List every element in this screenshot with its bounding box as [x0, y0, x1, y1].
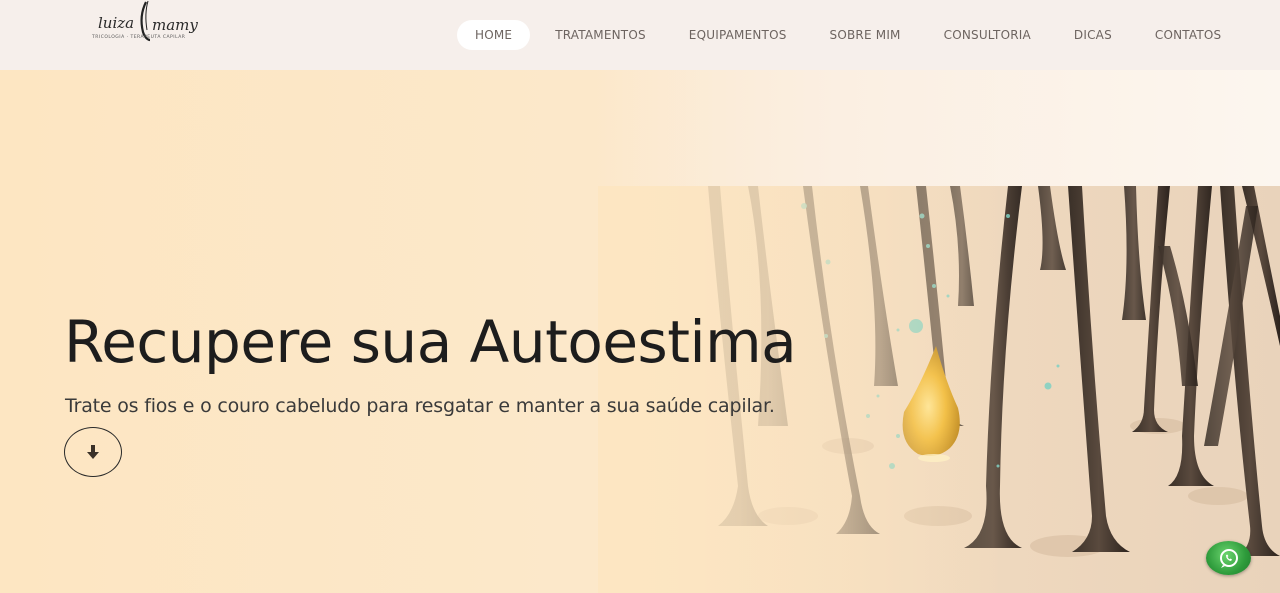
logo-name-right: mamy: [152, 16, 198, 34]
main-nav: HOME TRATAMENTOS EQUIPAMENTOS SOBRE MIM …: [457, 20, 1246, 50]
logo-name-left: luiza: [98, 14, 134, 32]
arrow-down-icon: [87, 445, 99, 459]
hero-subtitle: Trate os fios e o couro cabeludo para re…: [65, 395, 775, 417]
hero-top-fade: [600, 70, 1280, 186]
nav-sobre-mim[interactable]: SOBRE MIM: [812, 20, 919, 50]
hero-image: [598, 186, 1280, 593]
whatsapp-button[interactable]: [1206, 541, 1251, 575]
whatsapp-icon: [1219, 549, 1238, 568]
hero-title: Recupere sua Autoestima: [64, 308, 797, 376]
logo[interactable]: luiza mamy TRICOLOGIA · TERAPEUTA CAPILA…: [88, 0, 208, 44]
nav-equipamentos[interactable]: EQUIPAMENTOS: [671, 20, 805, 50]
nav-consultoria[interactable]: CONSULTORIA: [926, 20, 1049, 50]
scroll-down-button[interactable]: [64, 427, 122, 477]
logo-tagline: TRICOLOGIA · TERAPEUTA CAPILAR: [91, 34, 185, 40]
logo-mark: luiza mamy TRICOLOGIA · TERAPEUTA CAPILA…: [91, 0, 198, 42]
nav-dicas[interactable]: DICAS: [1056, 20, 1130, 50]
nav-tratamentos[interactable]: TRATAMENTOS: [537, 20, 664, 50]
nav-contatos[interactable]: CONTATOS: [1137, 20, 1239, 50]
nav-home[interactable]: HOME: [457, 20, 531, 50]
hair-follicles-illustration: [598, 186, 1280, 593]
hero-section: Recupere sua Autoestima Trate os fios e …: [0, 70, 1280, 593]
site-header: luiza mamy TRICOLOGIA · TERAPEUTA CAPILA…: [0, 0, 1280, 70]
